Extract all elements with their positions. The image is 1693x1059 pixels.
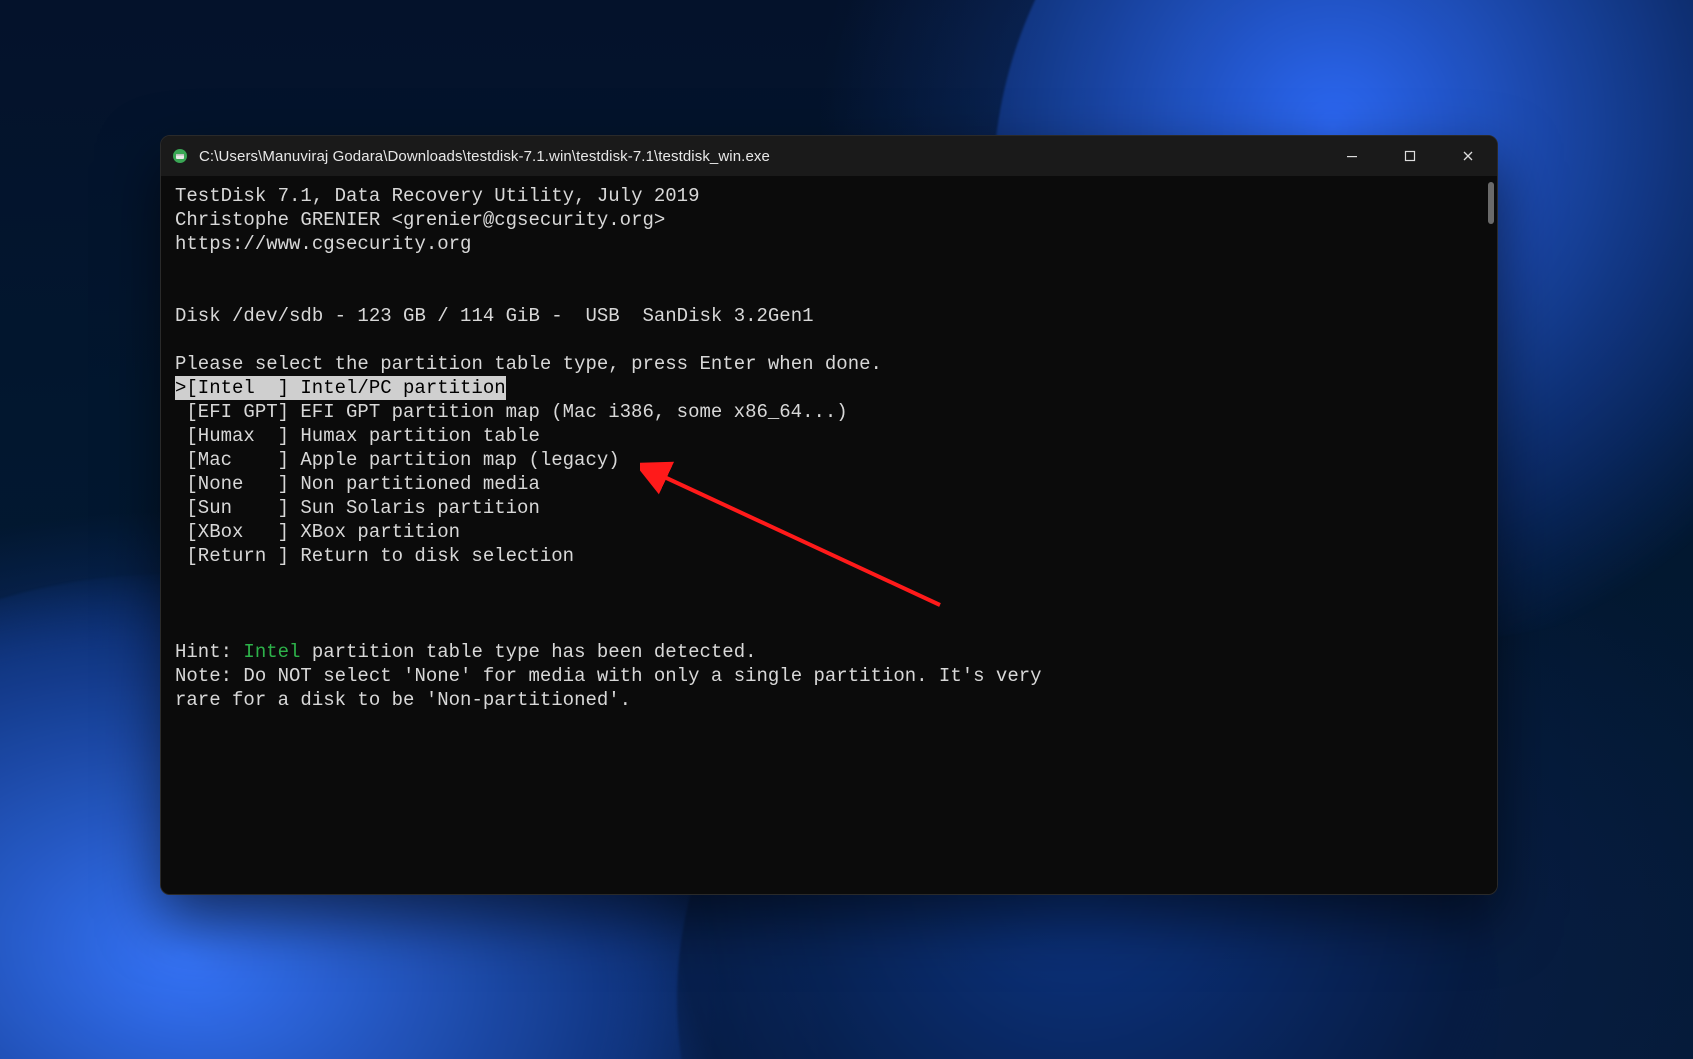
maximize-button[interactable] — [1381, 136, 1439, 176]
menu-item-humax[interactable]: [Humax ] Humax partition table — [175, 424, 1483, 448]
menu-label: [EFI GPT] — [175, 400, 300, 424]
header-line: Christophe GRENIER <grenier@cgsecurity.o… — [175, 208, 1483, 232]
hint-highlight: Intel — [243, 641, 300, 663]
note-line: Note: Do NOT select 'None' for media wit… — [175, 664, 1483, 688]
menu-item-sun[interactable]: [Sun ] Sun Solaris partition — [175, 496, 1483, 520]
window-controls — [1323, 136, 1497, 176]
menu-desc: Intel/PC partition — [300, 376, 505, 400]
menu-desc: XBox partition — [300, 520, 460, 544]
prompt-text: Please select the partition table type, … — [175, 352, 1483, 376]
menu-label: [Mac ] — [175, 448, 300, 472]
window-title: C:\Users\Manuviraj Godara\Downloads\test… — [199, 148, 770, 165]
header-line: TestDisk 7.1, Data Recovery Utility, Jul… — [175, 184, 1483, 208]
menu-desc: Non partitioned media — [300, 472, 539, 496]
terminal-body[interactable]: TestDisk 7.1, Data Recovery Utility, Jul… — [161, 176, 1497, 894]
menu-desc: Sun Solaris partition — [300, 496, 539, 520]
header-line: https://www.cgsecurity.org — [175, 232, 1483, 256]
menu-label: [Humax ] — [175, 424, 300, 448]
note-line: rare for a disk to be 'Non-partitioned'. — [175, 688, 1483, 712]
minimize-button[interactable] — [1323, 136, 1381, 176]
menu-desc: Humax partition table — [300, 424, 539, 448]
menu-desc: Return to disk selection — [300, 544, 574, 568]
titlebar[interactable]: C:\Users\Manuviraj Godara\Downloads\test… — [161, 136, 1497, 176]
terminal-window: C:\Users\Manuviraj Godara\Downloads\test… — [160, 135, 1498, 895]
menu-item-xbox[interactable]: [XBox ] XBox partition — [175, 520, 1483, 544]
menu-desc: Apple partition map (legacy) — [300, 448, 619, 472]
menu-label: [None ] — [175, 472, 300, 496]
menu-item-mac[interactable]: [Mac ] Apple partition map (legacy) — [175, 448, 1483, 472]
menu-item-none[interactable]: [None ] Non partitioned media — [175, 472, 1483, 496]
disk-info: Disk /dev/sdb - 123 GB / 114 GiB - USB S… — [175, 304, 1483, 328]
menu-item-return[interactable]: [Return ] Return to disk selection — [175, 544, 1483, 568]
menu-item-intel[interactable]: >[Intel ] Intel/PC partition — [175, 376, 506, 400]
scrollbar-thumb[interactable] — [1488, 182, 1494, 224]
menu-desc: EFI GPT partition map (Mac i386, some x8… — [300, 400, 847, 424]
menu-label: [Return ] — [175, 544, 300, 568]
app-icon — [171, 147, 189, 165]
menu-label: [Sun ] — [175, 496, 300, 520]
desktop-wallpaper: C:\Users\Manuviraj Godara\Downloads\test… — [0, 0, 1693, 1059]
menu-label: [XBox ] — [175, 520, 300, 544]
hint-line: Hint: Intel partition table type has bee… — [175, 640, 1483, 664]
menu-label: >[Intel ] — [175, 376, 300, 400]
menu-item-efi-gpt[interactable]: [EFI GPT] EFI GPT partition map (Mac i38… — [175, 400, 1483, 424]
close-button[interactable] — [1439, 136, 1497, 176]
